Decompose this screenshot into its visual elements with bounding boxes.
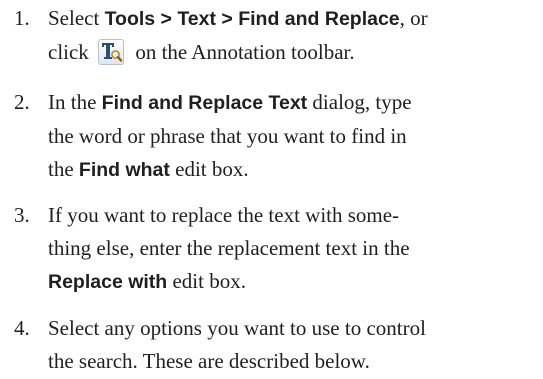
text-run: the word or phrase that you want to find… <box>48 124 407 148</box>
step-number: 2. <box>14 90 30 114</box>
text-run: , or <box>399 6 428 30</box>
find-replace-icon <box>98 39 125 65</box>
step-text: Select Tools > Text > Find and Replace, … <box>48 2 533 69</box>
step-line: the word or phrase that you want to find… <box>48 120 533 153</box>
dialog-name: Find and Replace Text <box>101 92 308 114</box>
text-run: Select any options you want to use to co… <box>48 316 426 340</box>
list-item-step-2: 2. In the Find and Replace Text dialog, … <box>0 86 543 186</box>
text-run: click <box>48 40 95 64</box>
step-text: In the Find and Replace Text dialog, typ… <box>48 86 533 187</box>
text-run: on the Annotation toolbar. <box>130 40 355 64</box>
step-line: Replace with edit box. <box>48 265 533 299</box>
text-run: the search. These are described below. <box>48 349 370 373</box>
text-run: the <box>48 157 79 181</box>
list-item-step-1: 1. Select Tools > Text > Find and Replac… <box>0 2 543 72</box>
step-line: Select any options you want to use to co… <box>48 312 533 345</box>
step-line: In the Find and Replace Text dialog, typ… <box>48 86 533 120</box>
list-item-step-3: 3. If you want to replace the text with … <box>0 199 543 299</box>
field-name: Find what <box>78 159 170 181</box>
text-run: edit box. <box>169 157 249 181</box>
step-line: Select Tools > Text > Find and Replace, … <box>48 2 533 36</box>
step-line: the search. These are described below. <box>48 345 533 378</box>
text-run: If you want to replace the text with som… <box>48 203 400 227</box>
text-run: edit box. <box>167 269 246 293</box>
step-line: click on the Annotation toolbar. <box>48 36 533 69</box>
step-number: 3. <box>14 203 30 227</box>
list-item-step-4: 4. Select any options you want to use to… <box>0 312 543 378</box>
step-number: 1. <box>14 6 30 30</box>
text-run: thing else, enter the replacement text i… <box>48 236 410 260</box>
step-line: If you want to replace the text with som… <box>48 199 533 232</box>
text-run: dialog, type <box>307 90 412 114</box>
step-text: Select any options you want to use to co… <box>48 312 533 378</box>
step-number: 4. <box>14 316 30 340</box>
step-line: the Find what edit box. <box>48 153 533 187</box>
step-text: If you want to replace the text with som… <box>48 199 533 299</box>
step-line: thing else, enter the replacement text i… <box>48 232 533 265</box>
menu-path: Tools > Text > Find and Replace <box>104 8 400 30</box>
text-run: In the <box>48 90 102 114</box>
text-run: Select <box>48 6 105 30</box>
field-name: Replace with <box>48 271 168 293</box>
